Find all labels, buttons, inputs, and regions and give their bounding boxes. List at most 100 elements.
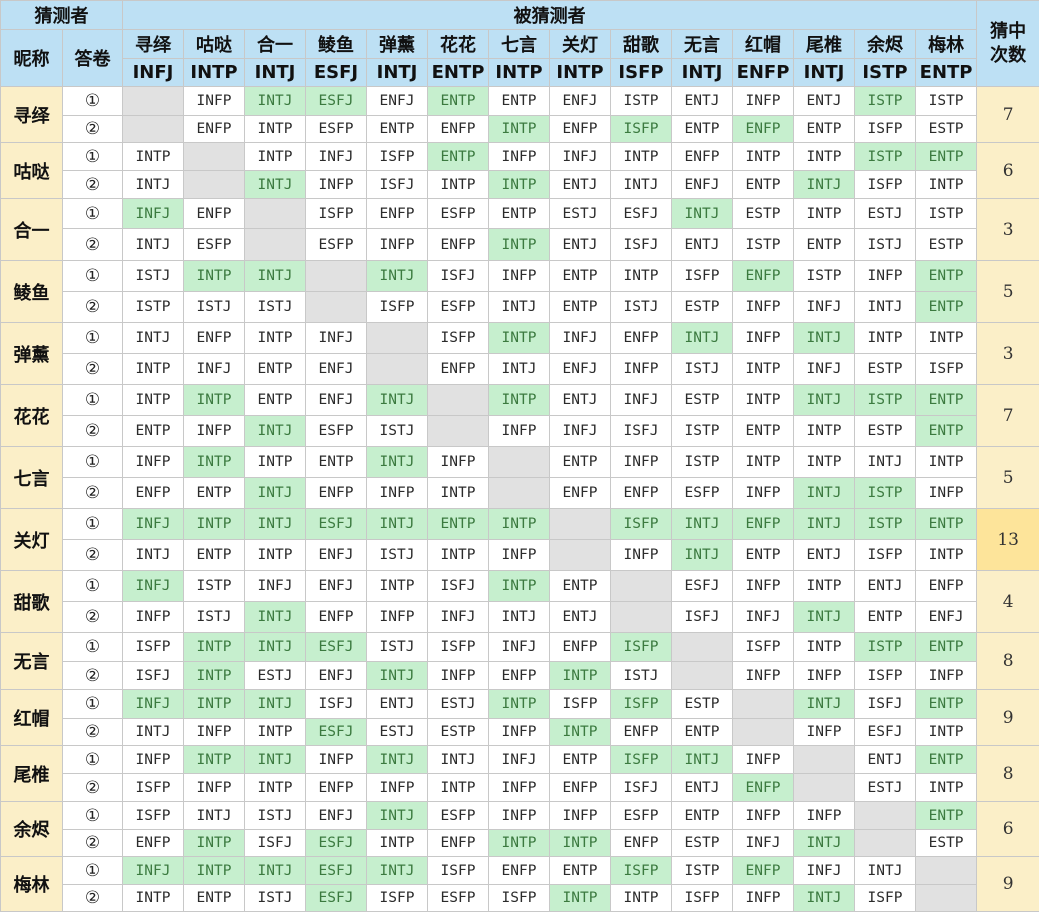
- guess-cell: ISFJ: [611, 229, 672, 261]
- guess-cell: INFP: [611, 354, 672, 385]
- guess-cell: INTJ: [245, 746, 306, 774]
- guess-cell: ISTJ: [245, 292, 306, 323]
- guess-cell: ISTP: [855, 478, 916, 509]
- guessed-name: 花花: [428, 30, 489, 59]
- table-row: 关灯①INFJINTPINTJESFJINTJENTPINTPISFPINTJE…: [1, 509, 1039, 540]
- self-cell: [672, 662, 733, 690]
- guess-cell: ESFP: [428, 199, 489, 229]
- guess-cell: INTP: [184, 690, 245, 719]
- answer-sheet-label: ①: [63, 802, 123, 830]
- answer-sheet-label: ②: [63, 719, 123, 746]
- answer-sheet-label: ②: [63, 229, 123, 261]
- guess-cell: INTJ: [245, 602, 306, 633]
- guess-cell: INTP: [245, 774, 306, 802]
- guess-cell: ESTP: [855, 416, 916, 447]
- guess-cell: INTP: [184, 447, 245, 478]
- guess-cell: ENTP: [794, 116, 855, 143]
- guess-cell: INTJ: [367, 662, 428, 690]
- guess-cell: ENTP: [245, 354, 306, 385]
- guess-cell: ENFJ: [672, 171, 733, 199]
- guess-cell: ENTP: [916, 509, 977, 540]
- guess-cell: ISTP: [794, 261, 855, 292]
- self-cell: [916, 885, 977, 912]
- guess-cell: INFP: [733, 292, 794, 323]
- guess-cell: ENTP: [733, 540, 794, 571]
- guess-cell: ESTJ: [855, 199, 916, 229]
- guess-cell: ISFP: [611, 509, 672, 540]
- guess-cell: ISFJ: [611, 416, 672, 447]
- guess-cell: ENFP: [916, 571, 977, 602]
- guess-cell: INTP: [550, 830, 611, 857]
- guess-cell: INTP: [916, 540, 977, 571]
- answer-sheet-label: ②: [63, 830, 123, 857]
- guess-cell: INFP: [306, 171, 367, 199]
- guessed-name: 无言: [672, 30, 733, 59]
- self-cell: [855, 830, 916, 857]
- guess-cell: ISTP: [916, 199, 977, 229]
- guessed-name: 弹薰: [367, 30, 428, 59]
- guess-cell: ESFJ: [306, 885, 367, 912]
- guess-cell: INTP: [733, 143, 794, 171]
- guess-cell: ISFP: [733, 633, 794, 662]
- guess-cell: INTJ: [672, 540, 733, 571]
- guess-cell: INTP: [245, 323, 306, 354]
- table-row: 无言①ISFPINTPINTJESFJISTJISFPINFJENFPISFPI…: [1, 633, 1039, 662]
- guess-cell: ISFP: [855, 662, 916, 690]
- guess-cell: ENTP: [489, 199, 550, 229]
- guess-cell: ISTP: [855, 385, 916, 416]
- guess-cell: INFJ: [733, 602, 794, 633]
- guess-cell: ESTP: [672, 690, 733, 719]
- guess-cell: INTP: [123, 143, 184, 171]
- guess-cell: INTJ: [672, 746, 733, 774]
- guessed-mbti: ENTP: [428, 59, 489, 87]
- guess-cell: ENTP: [550, 857, 611, 885]
- guess-cell: ENTP: [428, 509, 489, 540]
- guess-cell: ISTJ: [367, 416, 428, 447]
- guess-cell: INTP: [489, 690, 550, 719]
- table-row: 红帽①INFJINTPINTJISFJENTJESTJINTPISFPISFPE…: [1, 690, 1039, 719]
- guess-cell: ISFJ: [123, 662, 184, 690]
- guess-cell: ENTP: [489, 87, 550, 116]
- guess-cell: ENTJ: [794, 540, 855, 571]
- guess-cell: INTJ: [367, 746, 428, 774]
- mbti-guess-table: 猜测者 被猜测者 猜中次数 昵称 答卷 寻绎咕哒合一鲮鱼弹薰花花七言关灯甜歌无言…: [0, 0, 1039, 912]
- table-row: ②ENFPINTPISFJESFJINTPENFPINTPINTPENFPEST…: [1, 830, 1039, 857]
- guess-cell: INTP: [245, 116, 306, 143]
- guess-cell: INFJ: [245, 571, 306, 602]
- guesser-name: 弹薰: [1, 323, 63, 385]
- guess-cell: ESTJ: [367, 719, 428, 746]
- guessed-name: 关灯: [550, 30, 611, 59]
- guess-cell: INTP: [733, 354, 794, 385]
- guess-cell: ISFP: [611, 116, 672, 143]
- guess-cell: ESTP: [855, 354, 916, 385]
- guess-cell: ESFP: [428, 885, 489, 912]
- guess-cell: INFJ: [123, 509, 184, 540]
- guesser-name: 鲮鱼: [1, 261, 63, 323]
- guess-cell: INTP: [184, 509, 245, 540]
- guess-cell: INTP: [489, 385, 550, 416]
- guess-cell: INFP: [855, 261, 916, 292]
- guess-cell: ISTP: [672, 447, 733, 478]
- hit-count: 8: [977, 746, 1039, 802]
- guess-cell: INTJ: [794, 885, 855, 912]
- guess-cell: ISTP: [855, 509, 916, 540]
- hit-count: 5: [977, 261, 1039, 323]
- guess-cell: ENFP: [733, 116, 794, 143]
- guess-cell: ISFP: [367, 143, 428, 171]
- hit-count: 7: [977, 87, 1039, 143]
- guess-cell: ENFJ: [550, 354, 611, 385]
- guess-cell: ENTP: [916, 261, 977, 292]
- guess-cell: INTJ: [855, 857, 916, 885]
- guess-cell: INFJ: [550, 416, 611, 447]
- guess-cell: ISFP: [367, 885, 428, 912]
- guess-cell: ISFP: [428, 633, 489, 662]
- guess-cell: ESTJ: [550, 199, 611, 229]
- guess-cell: ISTP: [611, 87, 672, 116]
- answer-sheet-label: ②: [63, 354, 123, 385]
- guess-cell: ENTP: [916, 633, 977, 662]
- guess-cell: INFJ: [306, 143, 367, 171]
- guess-cell: ISFP: [916, 354, 977, 385]
- guess-cell: INFJ: [184, 354, 245, 385]
- guess-cell: ISTJ: [123, 261, 184, 292]
- guess-cell: INFP: [733, 478, 794, 509]
